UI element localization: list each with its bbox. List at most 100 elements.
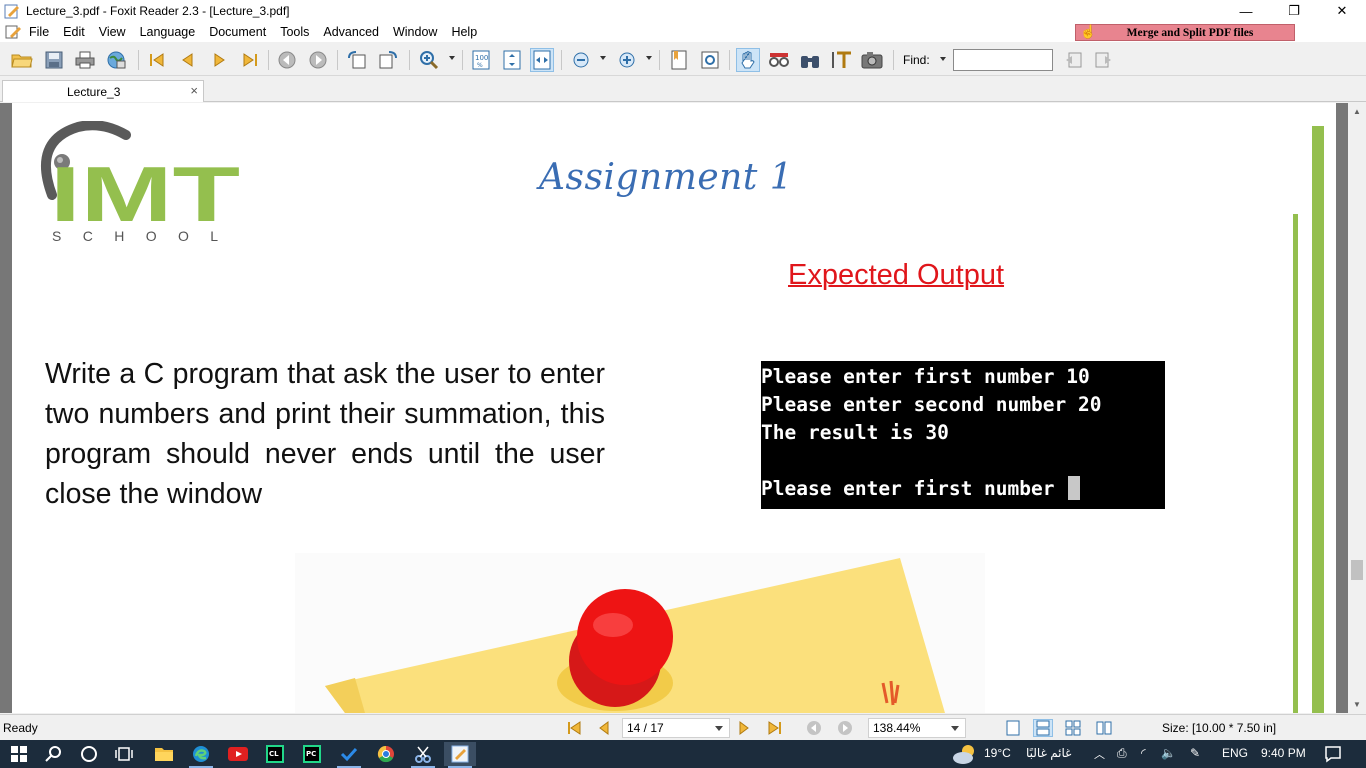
zoom-in-icon[interactable] — [417, 48, 441, 72]
page-dropdown-icon[interactable] — [715, 726, 723, 731]
svg-text:CL: CL — [269, 750, 279, 758]
facing-view-icon[interactable] — [1063, 719, 1083, 737]
zoom-plus-icon[interactable] — [615, 48, 639, 72]
menu-window[interactable]: Window — [386, 25, 444, 39]
task-view-icon[interactable] — [108, 742, 140, 766]
scroll-up-icon[interactable]: ▲ — [1348, 103, 1366, 120]
last-page-icon[interactable] — [238, 48, 262, 72]
cover-facing-view-icon[interactable] — [1094, 719, 1114, 737]
find-input[interactable] — [953, 49, 1053, 71]
fit-width-icon[interactable] — [530, 48, 554, 72]
search-icon[interactable] — [38, 742, 70, 766]
document-edit-icon[interactable] — [4, 24, 22, 40]
find-options-dropdown[interactable] — [940, 57, 946, 61]
previous-page-icon[interactable] — [176, 48, 200, 72]
file-explorer-icon[interactable] — [148, 742, 180, 766]
rotate-left-icon[interactable] — [345, 48, 369, 72]
menu-language[interactable]: Language — [133, 25, 203, 39]
status-ready: Ready — [3, 721, 38, 735]
status-previous-page-icon[interactable] — [594, 719, 614, 737]
svg-text:PC: PC — [306, 750, 316, 758]
back-icon[interactable] — [275, 48, 299, 72]
scroll-down-icon[interactable]: ▼ — [1348, 696, 1366, 713]
forward-icon[interactable] — [306, 48, 330, 72]
svg-text:%: % — [477, 62, 483, 69]
volume-icon[interactable]: 🔈 — [1161, 746, 1176, 760]
tab-lecture-3[interactable]: Lecture_3 × — [2, 80, 204, 102]
restore-button[interactable]: ❐ — [1270, 0, 1318, 22]
youtube-icon[interactable] — [222, 742, 254, 766]
merge-split-banner[interactable]: ☝ Merge and Split PDF files — [1075, 24, 1295, 41]
single-page-view-icon[interactable] — [1003, 719, 1023, 737]
save-icon[interactable] — [42, 48, 66, 72]
menu-view[interactable]: View — [92, 25, 133, 39]
bookmark-page-icon[interactable] — [667, 48, 691, 72]
todo-check-icon[interactable] — [333, 742, 365, 768]
cloudy-weather-icon — [953, 745, 974, 764]
tab-label: Lecture_3 — [67, 85, 121, 99]
clion-icon[interactable]: CL — [259, 742, 291, 766]
meet-now-icon[interactable]: ⎙ — [1117, 746, 1127, 761]
input-language[interactable]: ENG — [1222, 746, 1248, 760]
web-globe-icon[interactable] — [104, 48, 128, 72]
wifi-icon[interactable]: ◜ — [1141, 746, 1146, 760]
zoom-dropdown-icon[interactable] — [951, 726, 959, 731]
actual-size-icon[interactable]: 100% — [469, 48, 493, 72]
print-icon[interactable] — [73, 48, 97, 72]
task-description: Write a C program that ask the user to e… — [45, 358, 605, 510]
snapshot-camera-icon[interactable] — [860, 48, 884, 72]
window-title: Lecture_3.pdf - Foxit Reader 2.3 - [Lect… — [26, 4, 290, 18]
open-folder-icon[interactable] — [10, 48, 34, 72]
continuous-view-icon[interactable] — [1033, 719, 1053, 737]
console-line: Please enter second number 20 — [761, 393, 1102, 416]
assignment-title: Assignment 1 — [539, 157, 794, 198]
page-number-box[interactable]: 14 / 17 — [622, 718, 730, 738]
text-tool-icon[interactable] — [830, 48, 854, 72]
pointer-hand-icon: ☝ — [1080, 24, 1097, 39]
zoom-out-icon[interactable] — [569, 48, 593, 72]
vertical-scrollbar[interactable]: ▲ ▼ — [1348, 103, 1366, 713]
menu-help[interactable]: Help — [444, 25, 484, 39]
menu-advanced[interactable]: Advanced — [316, 25, 386, 39]
edge-browser-icon[interactable] — [185, 742, 217, 768]
status-first-page-icon[interactable] — [564, 719, 584, 737]
rotate-right-icon[interactable] — [376, 48, 400, 72]
status-next-page-icon[interactable] — [734, 719, 754, 737]
weather-temperature[interactable]: 19°C — [984, 746, 1011, 760]
pycharm-icon[interactable]: PC — [296, 742, 328, 766]
menu-tools[interactable]: Tools — [273, 25, 316, 39]
notifications-icon[interactable] — [1324, 745, 1342, 763]
document-viewport[interactable]: IMT S C H O O L Assignment 1 Expected Ou… — [0, 103, 1348, 713]
select-text-glasses-icon[interactable] — [767, 48, 791, 72]
tab-close-icon[interactable]: × — [190, 83, 198, 98]
find-previous-icon[interactable] — [1061, 48, 1085, 72]
close-window-button[interactable]: ✕ — [1318, 0, 1366, 22]
first-page-icon[interactable] — [145, 48, 169, 72]
tray-expand-icon[interactable]: ︿ — [1094, 746, 1105, 762]
next-page-icon[interactable] — [207, 48, 231, 72]
foxit-reader-taskbar-icon[interactable] — [444, 742, 476, 768]
pen-icon[interactable]: ✎ — [1190, 746, 1200, 760]
clock-time[interactable]: 9:40 PM — [1261, 746, 1306, 760]
document-tab-strip: Lecture_3 × — [0, 78, 1366, 102]
menu-file[interactable]: File — [22, 25, 56, 39]
menu-document[interactable]: Document — [202, 25, 273, 39]
find-next-icon[interactable] — [1092, 48, 1116, 72]
fit-page-icon[interactable] — [500, 48, 524, 72]
full-screen-icon[interactable] — [698, 48, 722, 72]
zoom-level: 138.44% — [873, 721, 921, 735]
binoculars-search-icon[interactable] — [798, 48, 822, 72]
chrome-icon[interactable] — [370, 742, 402, 766]
menu-edit[interactable]: Edit — [56, 25, 92, 39]
snipping-tool-icon[interactable] — [407, 742, 439, 768]
windows-start-icon[interactable] — [3, 742, 35, 766]
zoom-level-box[interactable]: 138.44% — [868, 718, 966, 738]
weather-description[interactable]: غائم غالبًا — [1026, 746, 1071, 760]
status-forward-icon[interactable] — [835, 719, 855, 737]
hand-tool-icon[interactable] — [736, 48, 760, 72]
status-back-icon[interactable] — [804, 719, 824, 737]
status-last-page-icon[interactable] — [765, 719, 785, 737]
minimize-button[interactable]: — — [1222, 0, 1270, 22]
cortana-icon[interactable] — [73, 742, 105, 766]
scroll-thumb[interactable] — [1351, 560, 1363, 580]
